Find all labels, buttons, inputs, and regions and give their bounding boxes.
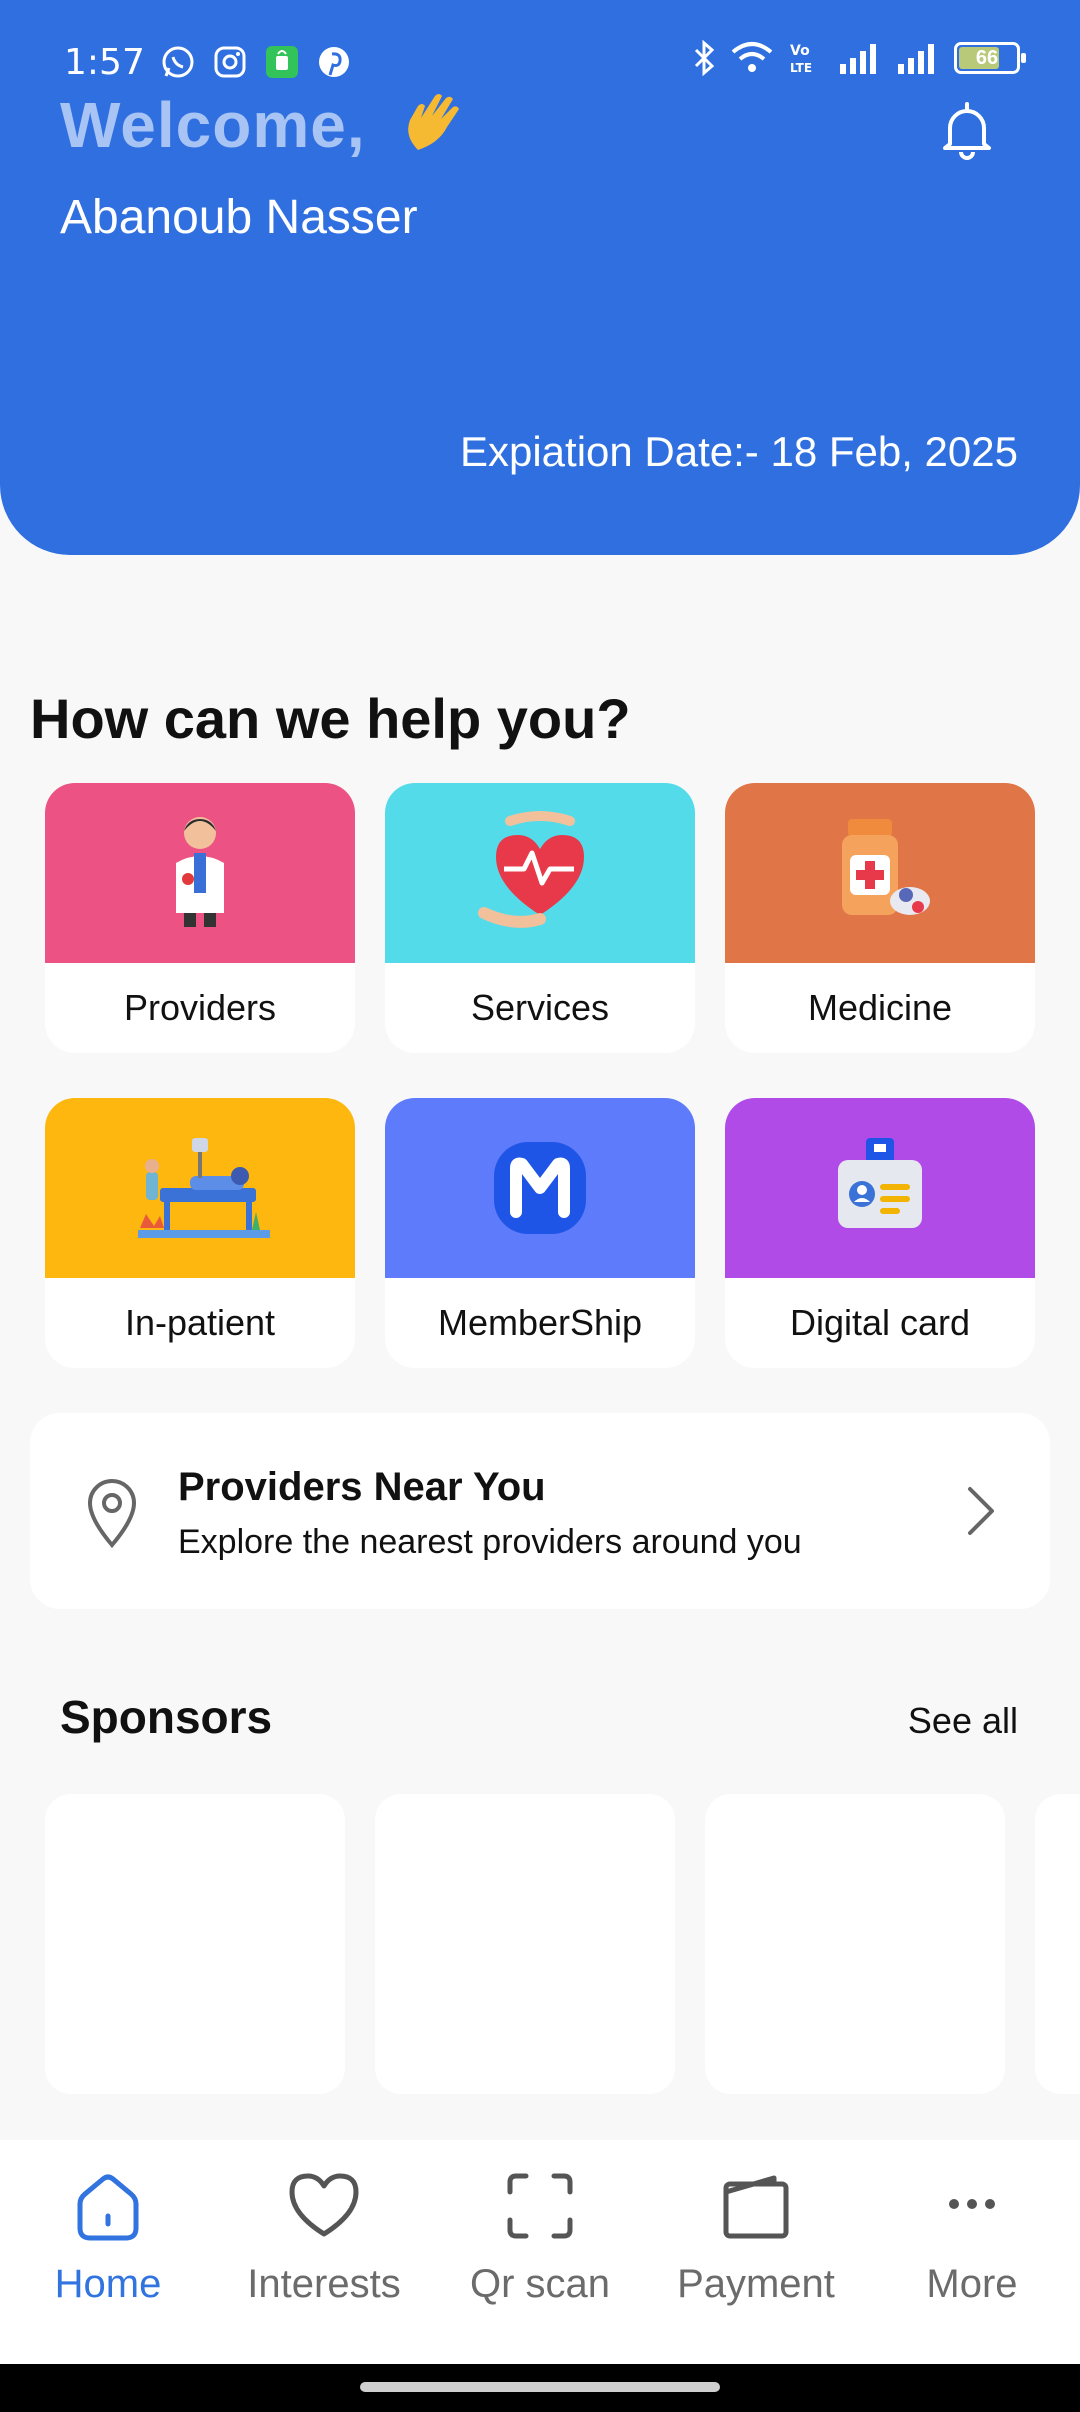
tile-digital-card[interactable]: Digital card (725, 1098, 1035, 1368)
system-icons: Vo LTE 66 (692, 40, 1026, 76)
battery-level: 66 (975, 46, 999, 69)
tile-in-patient-label: In-patient (124, 1302, 276, 1343)
tile-medicine[interactable]: Medicine (725, 783, 1035, 1053)
tile-services-image (385, 783, 695, 963)
volte-icon: Vo LTE (790, 43, 812, 75)
heart-care-icon (478, 811, 584, 928)
user-name: Abanoub Nasser (60, 191, 418, 244)
sponsor-card[interactable] (375, 1794, 675, 2094)
whatsapp-icon (162, 46, 194, 78)
providers-near-subtitle: Explore the nearest providers around you (178, 1523, 802, 1561)
providers-near-title: Providers Near You (178, 1465, 546, 1509)
tile-medicine-label: Medicine (807, 987, 953, 1028)
signal-2-icon (898, 44, 934, 74)
wifi-icon (731, 42, 773, 72)
tile-services[interactable]: Services (385, 783, 695, 1053)
notification-icons (160, 44, 352, 80)
nav-qr-scan-label: Qr scan (469, 2262, 611, 2306)
tile-providers-image (45, 783, 355, 963)
providers-near-card[interactable]: Providers Near You Explore the nearest p… (30, 1413, 1050, 1609)
tile-membership-label: MemberShip (437, 1302, 643, 1343)
more-dots-icon (949, 2199, 995, 2209)
instagram-icon (214, 46, 246, 78)
bottom-navigation: Home Interests Qr scan Payment More (0, 2140, 1080, 2364)
sponsors-title: Sponsors (60, 1691, 273, 1743)
chevron-right-icon (968, 1487, 994, 1535)
welcome-heading: Welcome, (60, 89, 366, 161)
pinterest-icon (319, 47, 349, 77)
wallet-icon (723, 2175, 789, 2239)
svg-text:Vo: Vo (790, 43, 810, 59)
hospital-bed-icon (138, 1138, 270, 1238)
tile-services-label: Services (470, 987, 610, 1028)
membership-logo-icon (494, 1142, 586, 1234)
qr-scan-icon (507, 2173, 573, 2239)
nav-more[interactable]: More (864, 2168, 1080, 2348)
waving-hand-icon (408, 94, 459, 150)
heart-icon (289, 2173, 359, 2237)
svg-text:LTE: LTE (790, 61, 812, 75)
nav-payment-label: Payment (677, 2262, 835, 2306)
sponsor-card[interactable] (1035, 1794, 1080, 2094)
tile-digital-card-label: Digital card (789, 1302, 971, 1343)
nav-interests-label: Interests (247, 2262, 401, 2306)
store-app-icon (266, 46, 298, 78)
sponsor-card[interactable] (45, 1794, 345, 2094)
tile-digital-card-image (725, 1098, 1035, 1278)
tile-in-patient-image (45, 1098, 355, 1278)
tile-in-patient[interactable]: In-patient (45, 1098, 355, 1368)
nav-home[interactable]: Home (0, 2168, 216, 2348)
doctor-icon (176, 817, 224, 927)
notification-bell-icon[interactable] (938, 100, 996, 160)
signal-icon (840, 44, 876, 74)
tile-providers-label: Providers (123, 987, 277, 1028)
nav-more-label: More (926, 2262, 1018, 2306)
expiry-date: Expiation Date:- 18 Feb, 2025 (459, 428, 1018, 475)
home-icon (77, 2174, 139, 2241)
home-gesture-pill[interactable] (360, 2382, 720, 2392)
nav-interests[interactable]: Interests (216, 2168, 432, 2348)
id-badge-icon (838, 1138, 922, 1228)
tile-providers[interactable]: Providers (45, 783, 355, 1053)
tile-medicine-image (725, 783, 1035, 963)
tile-membership-image (385, 1098, 695, 1278)
tile-membership[interactable]: MemberShip (385, 1098, 695, 1368)
medicine-bottle-icon (842, 819, 930, 915)
nav-home-label: Home (54, 2262, 162, 2306)
battery-indicator: 66 (954, 42, 1026, 74)
see-all-link[interactable]: See all (908, 1700, 1018, 1742)
nav-payment[interactable]: Payment (648, 2168, 864, 2348)
help-section-title: How can we help you? (30, 687, 631, 750)
bluetooth-icon (694, 40, 715, 76)
nav-qr-scan[interactable]: Qr scan (432, 2168, 648, 2348)
sponsor-card[interactable] (705, 1794, 1005, 2094)
status-time: 1:57 (64, 42, 145, 83)
